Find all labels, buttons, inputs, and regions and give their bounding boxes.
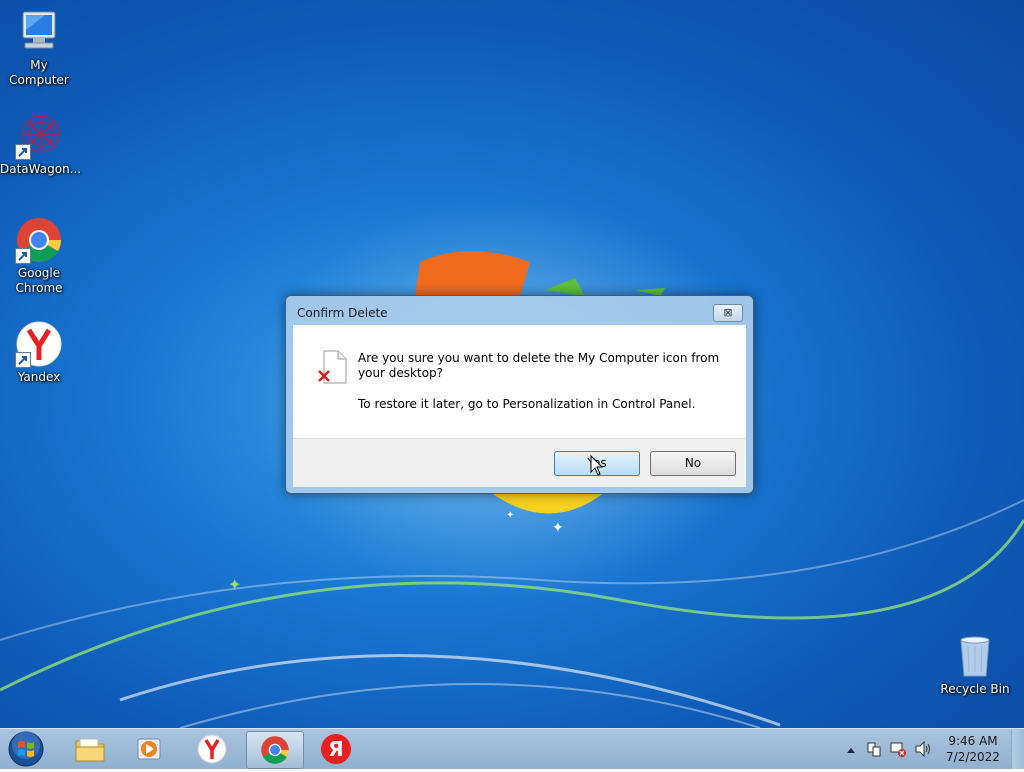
show-hidden-icons-icon[interactable] (846, 741, 856, 760)
chrome-icon (261, 736, 289, 764)
datawagon-icon (15, 112, 63, 160)
mouse-cursor-icon (590, 454, 604, 481)
confirm-delete-dialog: Confirm Delete ⊠ Are you sure you want t… (285, 295, 754, 494)
computer-icon (15, 8, 63, 56)
svg-text:✦: ✦ (506, 510, 514, 521)
dialog-message: Are you sure you want to delete the My C… (358, 351, 720, 380)
svg-text:Я: Я (328, 737, 343, 761)
clock-time: 9:46 AM (948, 734, 998, 748)
taskbar-item-yandex-browser[interactable] (184, 731, 240, 767)
desktop-icon-yandex[interactable]: Yandex (0, 320, 78, 385)
desktop-icon-my-computer[interactable]: My Computer (0, 8, 78, 88)
dialog-title: Confirm Delete (297, 306, 388, 320)
taskbar-item-media-player[interactable] (122, 731, 178, 767)
desktop-icon-datawagon[interactable]: DataWagon... (0, 112, 82, 177)
dialog-hint: To restore it later, go to Personalizati… (358, 397, 696, 411)
shortcut-arrow-icon (15, 352, 31, 368)
action-center-icon[interactable] (866, 741, 882, 761)
no-button[interactable]: No (650, 451, 736, 476)
desktop-icon-label: Recycle Bin (940, 682, 1010, 696)
dialog-footer: Yes No (293, 438, 746, 487)
taskbar-item-yandex[interactable]: Я (308, 731, 364, 767)
taskbar-item-chrome[interactable] (246, 731, 304, 769)
dialog-body: Are you sure you want to delete the My C… (293, 325, 746, 438)
svg-text:✦: ✦ (552, 520, 564, 536)
recycle-bin-icon (951, 632, 999, 680)
yandex-browser-icon (15, 320, 63, 368)
taskbar-item-explorer[interactable] (62, 731, 118, 767)
clock-date: 7/2/2022 (946, 750, 1000, 764)
yandex-icon: Я (321, 734, 351, 764)
media-player-icon (137, 738, 161, 760)
chrome-icon (15, 216, 63, 264)
desktop-icon-label: DataWagon... (0, 162, 82, 176)
desktop-icon-label: My Computer (9, 58, 69, 87)
file-delete-icon (318, 350, 350, 388)
taskbar: Я 9:46 AM 7/2/2022 (0, 728, 1024, 769)
network-icon[interactable] (890, 741, 906, 761)
windows-explorer-icon (75, 738, 105, 762)
shortcut-arrow-icon (15, 248, 31, 264)
start-button[interactable] (6, 730, 46, 772)
show-desktop-button[interactable] (1011, 729, 1024, 769)
taskbar-clock[interactable]: 9:46 AM 7/2/2022 (930, 733, 1016, 765)
desktop-icon-recycle-bin[interactable]: Recycle Bin (936, 632, 1014, 697)
close-button[interactable]: ⊠ (713, 304, 743, 322)
desktop-icon-label: Google Chrome (15, 266, 63, 295)
svg-text:✦: ✦ (228, 575, 241, 594)
yandex-browser-icon (197, 734, 227, 764)
desktop-icon-label: Yandex (17, 370, 61, 384)
desktop-icon-google-chrome[interactable]: Google Chrome (0, 216, 78, 296)
shortcut-arrow-icon (15, 144, 31, 160)
